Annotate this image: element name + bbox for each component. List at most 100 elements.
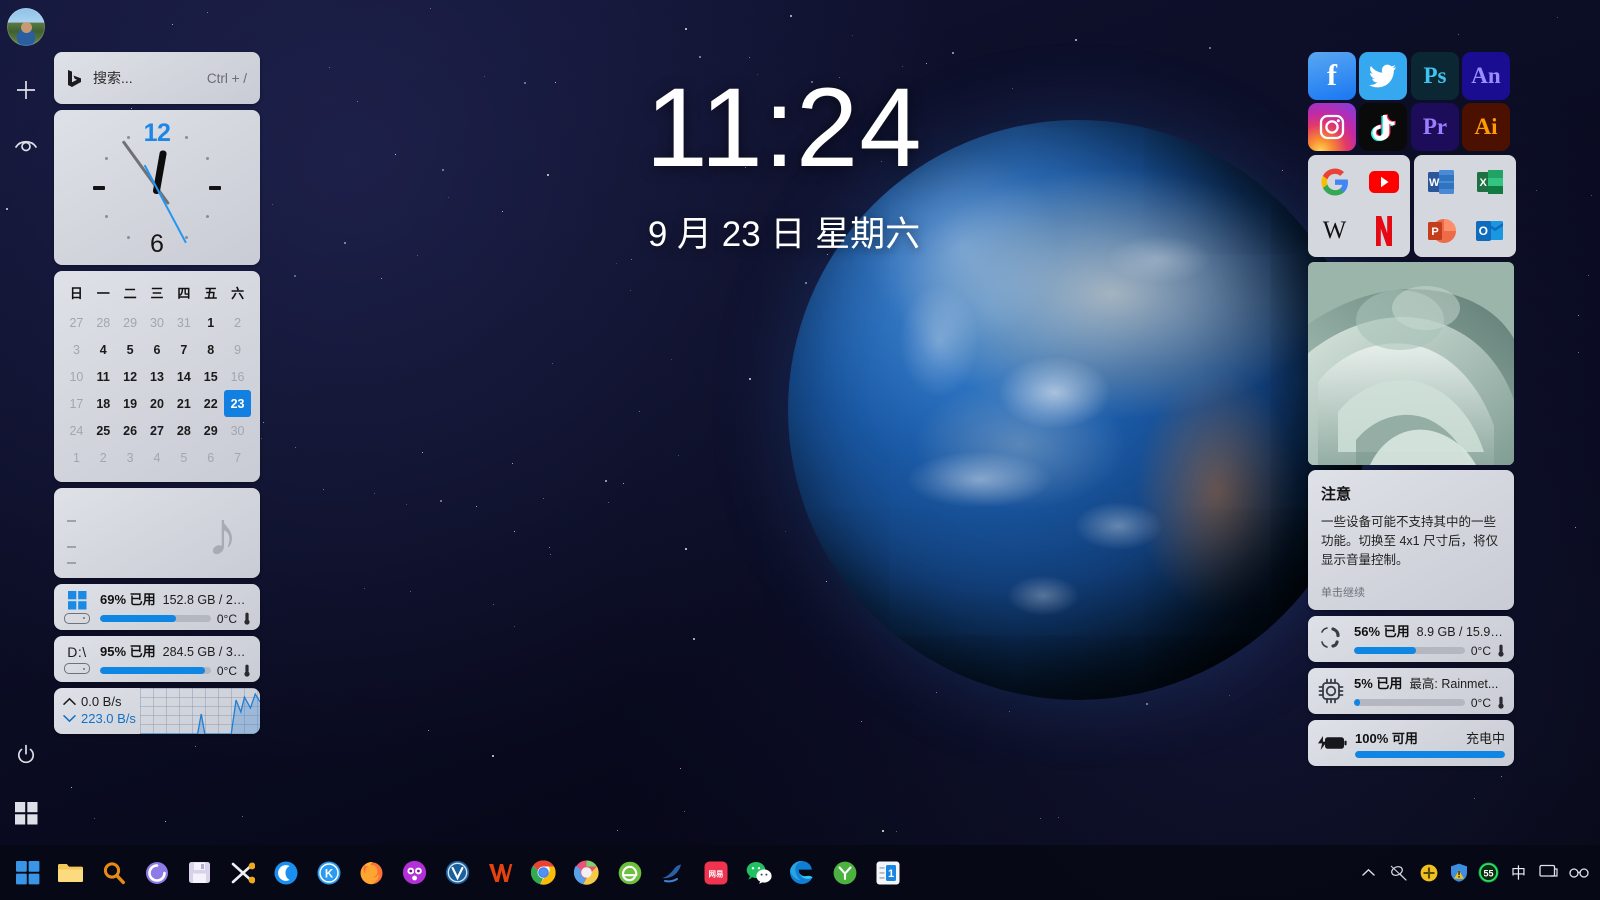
taskbar-wps-office[interactable] [479,851,522,895]
calendar-day[interactable]: 30 [144,309,171,336]
calendar-day[interactable]: 30 [224,417,251,444]
taskbar-save-app[interactable] [178,851,221,895]
calendar-day[interactable]: 12 [117,363,144,390]
calendar-day[interactable]: 31 [170,309,197,336]
illustrator-icon[interactable]: Ai [1462,103,1510,151]
taskbar-red-app[interactable]: 网易 [694,851,737,895]
calendar-day[interactable]: 6 [144,336,171,363]
calendar-day[interactable]: 3 [63,336,90,363]
calendar-day[interactable]: 24 [63,417,90,444]
word-icon[interactable]: W [1417,158,1464,205]
netflix-icon[interactable] [1360,207,1407,254]
taskbar-xmind[interactable] [221,851,264,895]
taskbar-google-chrome[interactable] [522,851,565,895]
calendar-today[interactable]: 23 [224,390,251,417]
calendar-day[interactable]: 8 [197,336,224,363]
notice-action-hint[interactable]: 单击继续 [1321,570,1501,600]
windows-security-icon[interactable] [1445,856,1472,890]
calendar-day[interactable]: 6 [197,444,224,471]
wikipedia-icon[interactable]: W [1311,207,1358,254]
taskbar-moon-app[interactable] [264,851,307,895]
calendar-day[interactable]: 2 [90,444,117,471]
outlook-icon[interactable]: O [1466,207,1513,254]
facebook-icon[interactable]: f [1308,52,1356,100]
taskbar-microsoft-edge[interactable] [780,851,823,895]
google-icon[interactable] [1311,158,1358,205]
taskbar-blue-wave-app[interactable] [651,851,694,895]
calendar-day[interactable]: 4 [144,444,171,471]
search-widget[interactable]: 搜索... Ctrl + / [54,52,260,104]
power-button[interactable] [0,729,52,781]
taskbar-everything-search[interactable] [92,851,135,895]
update-available-icon[interactable] [1415,856,1442,890]
photoshop-icon[interactable]: Ps [1411,52,1459,100]
mouse-settings-icon[interactable] [1385,856,1412,890]
calendar-day[interactable]: 15 [197,363,224,390]
analog-clock-widget[interactable]: 12 6 [54,110,260,265]
calendar-day[interactable]: 20 [144,390,171,417]
battery-widget[interactable]: 100% 可用 充电中 [1308,720,1514,766]
calendar-day[interactable]: 27 [63,309,90,336]
calendar-day[interactable]: 1 [63,444,90,471]
calendar-day[interactable]: 5 [117,336,144,363]
taskbar-internet-explorer[interactable] [608,851,651,895]
media-player-widget[interactable]: ♪ [54,488,260,578]
powerpoint-icon[interactable]: P [1417,207,1464,254]
start-button-rail[interactable] [0,787,52,839]
calendar-day[interactable]: 13 [144,363,171,390]
calendar-day[interactable]: 16 [224,363,251,390]
display-settings-icon[interactable] [1535,856,1562,890]
calendar-day[interactable]: 5 [170,444,197,471]
add-widget-button[interactable] [0,64,52,116]
taskbar-start-button[interactable] [6,851,49,895]
temperature-monitor-icon[interactable]: 55 [1475,856,1502,890]
calendar-day[interactable]: 29 [117,309,144,336]
avatar[interactable] [7,8,45,46]
calendar-widget[interactable]: 日一二三四五六 27 28 29 30 31 1 2 3 4 5 6 7 8 9 10 11 12 13 14 15 16… [54,271,260,482]
calendar-day[interactable]: 29 [197,417,224,444]
twitter-icon[interactable] [1359,52,1407,100]
disk-c-widget[interactable]: 69% 已用 152.8 GB / 221.8... 0°C [54,584,260,630]
youtube-icon[interactable] [1360,158,1407,205]
calendar-day[interactable]: 18 [90,390,117,417]
taskbar-purple-app[interactable] [393,851,436,895]
notice-widget[interactable]: 注意 一些设备可能不支持其中的一些功能。切换至 4x1 尺寸后，将仅显示音量控制… [1308,470,1514,610]
calendar-day[interactable]: 28 [90,309,117,336]
ime-indicator[interactable]: 中 [1505,856,1532,890]
calendar-day[interactable]: 27 [144,417,171,444]
taskbar-chrome-canary[interactable] [565,851,608,895]
calendar-day[interactable]: 14 [170,363,197,390]
calendar-day[interactable]: 21 [170,390,197,417]
calendar-day[interactable]: 4 [90,336,117,363]
cpu-widget[interactable]: 5% 已用 最高: Rainmet... 0°C [1308,668,1514,714]
calendar-day[interactable]: 25 [90,417,117,444]
calendar-day[interactable]: 11 [90,363,117,390]
calendar-day[interactable]: 9 [224,336,251,363]
excel-icon[interactable]: X [1466,158,1513,205]
instagram-icon[interactable] [1308,103,1356,151]
calendar-day[interactable]: 1 [197,309,224,336]
calendar-day[interactable]: 19 [117,390,144,417]
animate-icon[interactable]: An [1462,52,1510,100]
taskbar-koodo-reader[interactable]: K [307,851,350,895]
taskbar-loading-app[interactable] [135,851,178,895]
taskbar-v2-app[interactable] [436,851,479,895]
search-input[interactable]: 搜索... [93,68,196,88]
taskbar-file-explorer[interactable] [49,851,92,895]
network-widget[interactable]: 0.0 B/s 223.0 B/s [54,688,260,734]
calendar-day[interactable]: 10 [63,363,90,390]
tiktok-icon[interactable] [1359,103,1407,151]
calendar-day[interactable]: 3 [117,444,144,471]
wallpaper-widget[interactable] [1308,262,1514,465]
taskbar-firefox[interactable] [350,851,393,895]
calendar-day[interactable]: 17 [63,390,90,417]
taskbar-wechat[interactable] [737,851,780,895]
eye-toggle-button[interactable] [0,118,52,170]
calendar-day[interactable]: 22 [197,390,224,417]
calendar-day[interactable]: 7 [224,444,251,471]
premiere-icon[interactable]: Pr [1411,103,1459,151]
calendar-day[interactable]: 2 [224,309,251,336]
calendar-day[interactable]: 26 [117,417,144,444]
taskbar-green-circle-app[interactable] [823,851,866,895]
taskbar-todo-app[interactable]: 1 [866,851,909,895]
